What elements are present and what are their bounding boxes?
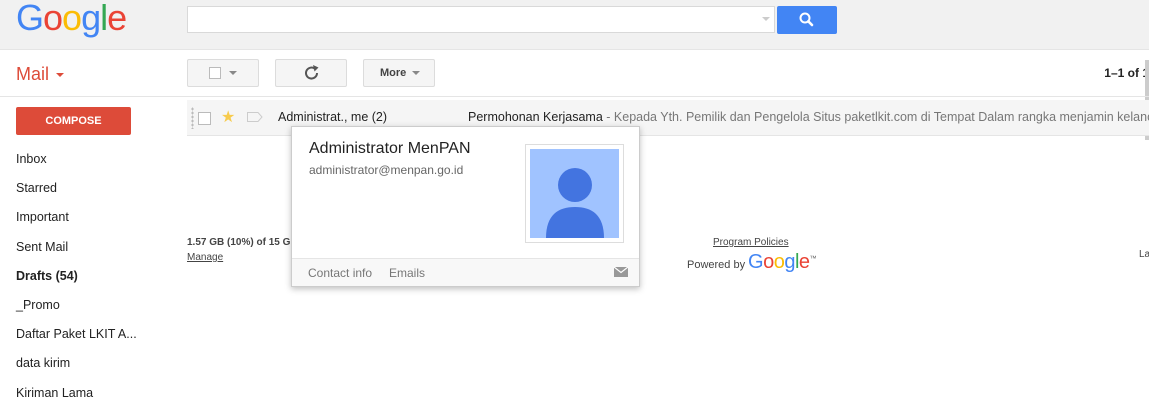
- toolbar-divider: [0, 96, 1149, 97]
- logo-letter: o: [773, 251, 785, 273]
- drag-handle-icon[interactable]: [191, 107, 194, 129]
- sidebar-item-inbox[interactable]: Inbox: [16, 152, 47, 166]
- last-activity-text: La: [1139, 249, 1149, 260]
- sidebar-item-daftar-paket-lkit-a[interactable]: Daftar Paket LKIT A...: [16, 327, 137, 341]
- sidebar-item-important[interactable]: Important: [16, 210, 69, 224]
- powered-by-text: Powered by: [687, 259, 746, 271]
- select-button[interactable]: [187, 59, 259, 87]
- manage-storage-link[interactable]: Manage: [187, 252, 223, 263]
- logo-letter: g: [784, 251, 795, 273]
- refresh-button[interactable]: [275, 59, 347, 87]
- page-count: 1–1 of 1: [1104, 66, 1149, 80]
- more-button-label: More: [380, 67, 407, 79]
- message-subject: Permohonan Kerjasama: [468, 110, 603, 124]
- logo-letter: o: [62, 0, 82, 38]
- message-subject-line: Permohonan Kerjasama - Kepada Yth. Pemil…: [468, 110, 1149, 124]
- search-input[interactable]: [187, 6, 775, 33]
- person-silhouette-icon: [530, 149, 619, 238]
- search-options-caret-icon[interactable]: [762, 17, 770, 21]
- google-logo[interactable]: Google: [16, 0, 127, 38]
- importance-marker-icon[interactable]: [247, 112, 263, 122]
- sidebar-item-starred[interactable]: Starred: [16, 181, 57, 195]
- logo-letter: o: [763, 251, 774, 273]
- sidebar-item-promo[interactable]: _Promo: [16, 298, 60, 312]
- mail-menu-label[interactable]: Mail: [16, 64, 49, 85]
- logo-letter: e: [798, 251, 810, 273]
- more-button[interactable]: More: [363, 59, 435, 87]
- emails-link[interactable]: Emails: [389, 266, 425, 280]
- contact-hovercard: Administrator MenPAN administrator@menpa…: [291, 126, 640, 287]
- search-button[interactable]: [777, 6, 837, 34]
- trademark-symbol: ™: [809, 255, 817, 263]
- mail-menu-caret-icon[interactable]: [56, 73, 64, 77]
- program-policies-link[interactable]: Program Policies: [713, 237, 789, 248]
- logo-letter: G: [748, 251, 764, 273]
- checkbox-icon: [209, 67, 237, 79]
- logo-letter: e: [107, 0, 127, 38]
- logo-letter: l: [100, 0, 108, 38]
- search-icon: [799, 12, 814, 27]
- logo-letter: o: [43, 0, 63, 38]
- top-bar: Google: [0, 0, 1149, 50]
- contact-name: Administrator MenPAN: [309, 140, 471, 157]
- row-checkbox[interactable]: [198, 112, 211, 125]
- sidebar-item-data-kirim[interactable]: data kirim: [16, 356, 70, 370]
- search-field[interactable]: [194, 8, 758, 33]
- sidebar-item-sent-mail[interactable]: Sent Mail: [16, 240, 68, 254]
- chevron-down-icon: [412, 71, 420, 75]
- contact-photo: [525, 144, 624, 243]
- logo-letter: G: [16, 0, 44, 38]
- message-snippet: - Kepada Yth. Pemilik dan Pengelola Situ…: [602, 110, 1149, 124]
- star-icon[interactable]: ★: [221, 107, 235, 127]
- refresh-icon: [305, 65, 319, 80]
- sidebar-item-kiriman-lama[interactable]: Kiriman Lama: [16, 386, 93, 400]
- sidebar-item-drafts-54[interactable]: Drafts (54): [16, 269, 78, 283]
- envelope-icon[interactable]: [614, 267, 628, 277]
- message-sender: Administrat., me (2): [278, 110, 388, 124]
- google-logo-small: Google™: [748, 251, 816, 274]
- logo-letter: g: [81, 0, 101, 38]
- compose-button[interactable]: COMPOSE: [16, 107, 131, 135]
- contact-info-link[interactable]: Contact info: [308, 266, 372, 280]
- contact-email: administrator@menpan.go.id: [309, 163, 464, 177]
